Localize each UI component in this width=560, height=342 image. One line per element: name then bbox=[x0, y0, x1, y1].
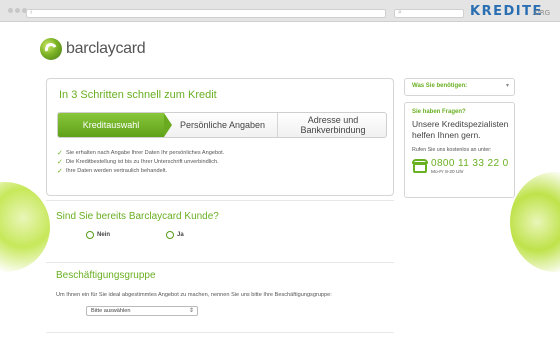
radio-nein[interactable]: Nein bbox=[86, 231, 110, 239]
phone-number[interactable]: 0800 11 33 22 0 bbox=[431, 158, 509, 169]
checkmark-icon: ✓ bbox=[57, 159, 63, 166]
window-close-dot[interactable] bbox=[8, 8, 13, 13]
browser-toolbar: ‹ ⌕ KREDITE .ORG bbox=[0, 0, 560, 22]
help-panel: Sie haben Fragen? Unsere Kreditspezialis… bbox=[404, 102, 515, 198]
window-minimize-dot[interactable] bbox=[15, 8, 20, 13]
benefit-item: ✓ Sie erhalten nach Angabe Ihrer Daten Ih… bbox=[57, 150, 225, 157]
select-arrows-icon: ⇕ bbox=[188, 308, 194, 314]
logo-text: barclaycard bbox=[66, 40, 146, 57]
phone-hours: Mo-Fr 8-20 Uhr bbox=[431, 170, 464, 175]
customer-radio-group: Nein Ja bbox=[86, 231, 286, 241]
employment-select[interactable]: Bitte auswählen ⇕ bbox=[86, 306, 198, 316]
employment-description: Um Ihnen ein für Sie ideal abgestimmtes … bbox=[56, 292, 332, 298]
section-divider bbox=[46, 200, 394, 201]
section-divider bbox=[46, 262, 394, 263]
checkmark-icon: ✓ bbox=[57, 168, 63, 175]
search-icon: ⌕ bbox=[398, 9, 402, 16]
step-persoenliche-angaben[interactable]: Persönliche Angaben bbox=[168, 113, 278, 137]
browser-search-bar[interactable]: ⌕ bbox=[394, 9, 464, 18]
site-watermark-tld: .ORG bbox=[532, 9, 551, 17]
benefit-item: ✓ Ihre Daten werden vertraulich behandelt… bbox=[57, 168, 168, 175]
call-text: Rufen Sie uns kostenlos an unter: bbox=[412, 147, 492, 153]
step-indicator: Kreditauswahl Persönliche Angaben Adress… bbox=[57, 112, 387, 138]
benefit-item: ✓ Die Kreditbestellung ist bis zu Ihrer U… bbox=[57, 159, 219, 166]
credit-steps-panel: In 3 Schritten schnell zum Kredit Kredit… bbox=[46, 78, 394, 196]
back-arrow-icon[interactable]: ‹ bbox=[30, 9, 32, 16]
step-kreditauswahl[interactable]: Kreditauswahl bbox=[58, 113, 172, 137]
employment-title: Beschäftigungsgruppe bbox=[56, 270, 156, 281]
help-text: Unsere Kreditspezialisten helfen Ihnen g… bbox=[412, 119, 509, 140]
step-adresse-bankverbindung[interactable]: Adresse und Bankverbindung bbox=[280, 113, 386, 137]
decorative-swoosh-left bbox=[0, 182, 50, 272]
decorative-swoosh-right bbox=[510, 172, 560, 272]
page-content: barclaycard In 3 Schritten schnell zum K… bbox=[0, 22, 560, 342]
radio-ja[interactable]: Ja bbox=[166, 231, 184, 239]
barclaycard-logo[interactable]: barclaycard bbox=[40, 38, 160, 60]
checkmark-icon: ✓ bbox=[57, 150, 63, 157]
benefit-list: ✓ Sie erhalten nach Angabe Ihrer Daten Ih… bbox=[57, 149, 387, 176]
needs-dropdown[interactable]: Was Sie benötigen: ▾ bbox=[404, 78, 515, 96]
help-heading: Sie haben Fragen? bbox=[412, 109, 466, 115]
address-bar[interactable]: ‹ bbox=[26, 9, 386, 18]
section-divider bbox=[46, 332, 394, 333]
barclaycard-logo-icon bbox=[40, 38, 62, 60]
phone-icon bbox=[412, 158, 428, 174]
radio-circle[interactable] bbox=[166, 231, 174, 239]
panel-title: In 3 Schritten schnell zum Kredit bbox=[59, 89, 217, 101]
customer-question-title: Sind Sie bereits Barclaycard Kunde? bbox=[56, 211, 219, 222]
radio-circle[interactable] bbox=[86, 231, 94, 239]
chevron-down-icon: ▾ bbox=[505, 83, 509, 89]
